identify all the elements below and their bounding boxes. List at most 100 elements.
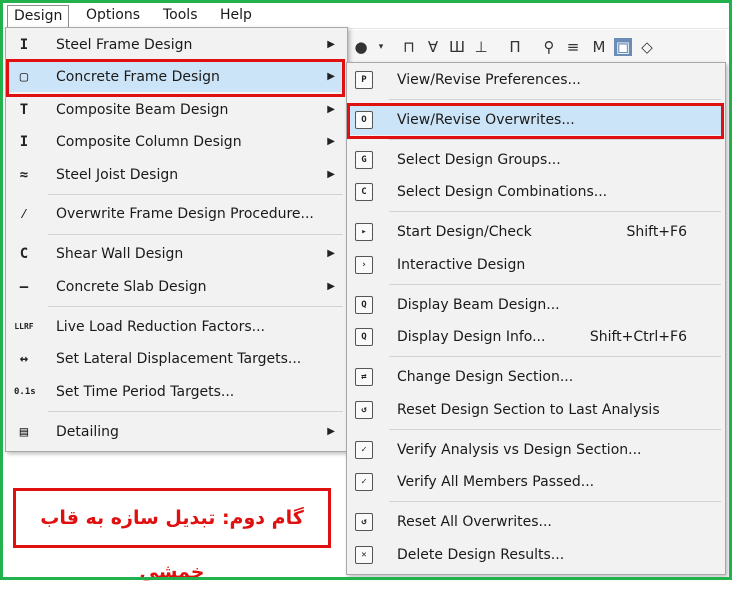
menu-design[interactable]: Design [7,5,70,28]
submenu-arrow-icon: ▶ [327,39,335,50]
steel-frame-icon: I [19,37,29,53]
menu-item-set-lateral-displacement-targets[interactable]: ↔ Set Lateral Displacement Targets... [8,344,345,374]
menu-item-composite-beam-design[interactable]: T Composite Beam Design ▶ [8,95,345,125]
submenu-arrow-icon: ▶ [327,136,335,147]
submenu-item-interactive-design[interactable]: › Interactive Design [349,250,723,280]
submenu-item-verify-all-members-passed[interactable]: ✓ Verify All Members Passed... [349,467,723,497]
time-period-icon: 0.1s [14,387,36,397]
menu-item-label: Steel Frame Design [56,37,193,53]
truss-icon[interactable]: M [590,38,608,56]
menu-separator [48,411,343,412]
menu-bar: Design Options Tools Help [3,3,729,29]
menu-separator [48,194,343,195]
submenu-item-reset-all-overwrites[interactable]: ↺ Reset All Overwrites... [349,507,723,537]
detailing-icon: ▤ [19,424,29,440]
concrete-slab-icon: — [19,279,29,295]
submenu-item-display-design-info[interactable]: Q Display Design Info... Shift+Ctrl+F6 [349,322,723,352]
submenu-item-select-design-combinations[interactable]: C Select Design Combinations... [349,177,723,207]
menu-item-composite-column-design[interactable]: I Composite Column Design ▶ [8,127,345,157]
interactive-design-icon: › [355,256,373,274]
menu-separator [389,429,721,430]
submenu-item-label: Reset Design Section to Last Analysis [397,402,660,418]
menu-item-detailing[interactable]: ▤ Detailing ▶ [8,417,345,447]
menu-item-label: Live Load Reduction Factors... [56,319,266,335]
submenu-item-label: Delete Design Results... [397,547,565,563]
support-icon[interactable]: ∀ [424,38,442,56]
menu-item-label: Set Time Period Targets... [56,384,235,400]
submenu-arrow-icon: ▶ [327,281,335,292]
menu-separator [389,139,721,140]
menu-item-label: Composite Column Design [56,134,242,150]
submenu-arrow-icon: ▶ [327,169,335,180]
design-groups-icon: G [355,151,373,169]
lateral-displacement-icon: ↔ [19,351,29,367]
submenu-item-label: View/Revise Preferences... [397,72,581,88]
menu-separator [389,356,721,357]
submenu-item-label: Display Design Info... [397,329,546,345]
spring-icon[interactable]: ≡ [564,38,582,56]
wall-icon[interactable]: ◇ [638,38,656,56]
overwrite-procedure-icon: ⁄ [19,206,29,222]
submenu-item-label: Reset All Overwrites... [397,514,552,530]
menu-item-concrete-slab-design[interactable]: — Concrete Slab Design ▶ [8,272,345,302]
submenu-item-start-design-check[interactable]: ▸ Start Design/Check Shift+F6 [349,217,723,247]
annotation-banner: گام دوم: تبدیل سازه به قاب خمشی [13,488,331,583]
steel-joist-icon: ≈ [19,167,29,183]
composite-beam-icon: T [19,102,29,118]
shell-icon[interactable]: ▣ [614,38,632,56]
submenu-item-delete-design-results[interactable]: ✕ Delete Design Results... [349,540,723,570]
verify-members-icon: ✓ [355,473,373,491]
menu-item-label: Concrete Slab Design [56,279,207,295]
submenu-item-label: Select Design Groups... [397,152,561,168]
submenu-item-view-revise-preferences[interactable]: P View/Revise Preferences... [349,65,723,95]
menu-item-label: Set Lateral Displacement Targets... [56,351,302,367]
submenu-item-label: Select Design Combinations... [397,184,608,200]
shortcut-text: Shift+F6 [626,224,687,240]
portal-icon[interactable]: Π [506,38,524,56]
distributed-load-icon[interactable]: ⊥ [472,38,490,56]
object-icon[interactable]: ● [352,38,370,56]
menu-item-steel-joist-design[interactable]: ≈ Steel Joist Design ▶ [8,160,345,190]
menu-separator [48,306,343,307]
menu-separator [389,211,721,212]
menu-tools[interactable]: Tools [157,5,204,26]
start-design-icon: ▸ [355,223,373,241]
menu-separator [48,234,343,235]
design-combinations-icon: C [355,183,373,201]
submenu-arrow-icon: ▶ [327,426,335,437]
submenu-item-verify-analysis-vs-design[interactable]: ✓ Verify Analysis vs Design Section... [349,435,723,465]
menu-help[interactable]: Help [214,5,258,26]
point-icon[interactable]: ⚲ [540,38,558,56]
submenu-item-change-design-section[interactable]: ⇄ Change Design Section... [349,362,723,392]
display-design-info-icon: Q [355,328,373,346]
change-section-icon: ⇄ [355,368,373,386]
composite-column-icon: I [19,134,29,150]
submenu-arrow-icon: ▶ [327,248,335,259]
menu-item-live-load-reduction-factors[interactable]: LLRF Live Load Reduction Factors... [8,312,345,342]
menu-item-label: Composite Beam Design [56,102,229,118]
menu-separator [389,284,721,285]
menu-separator [389,99,721,100]
dropdown-arrow-icon[interactable]: ▾ [372,38,390,56]
shear-wall-icon: C [19,246,29,262]
submenu-item-display-beam-design[interactable]: Q Display Beam Design... [349,290,723,320]
annotation-highlight-concrete-frame [6,59,345,97]
submenu-item-reset-design-section[interactable]: ↺ Reset Design Section to Last Analysis [349,395,723,425]
submenu-item-select-design-groups[interactable]: G Select Design Groups... [349,145,723,175]
load-icon[interactable]: Ш [448,38,466,56]
reset-overwrites-icon: ↺ [355,513,373,531]
delete-results-icon: ✕ [355,546,373,564]
frame-icon[interactable]: ⊓ [400,38,418,56]
menu-item-shear-wall-design[interactable]: C Shear Wall Design ▶ [8,239,345,269]
menu-item-set-time-period-targets[interactable]: 0.1s Set Time Period Targets... [8,377,345,407]
menu-item-label: Detailing [56,424,119,440]
menu-item-label: Overwrite Frame Design Procedure... [56,206,314,222]
submenu-item-label: Interactive Design [397,257,526,273]
reset-section-icon: ↺ [355,401,373,419]
menu-item-steel-frame-design[interactable]: I Steel Frame Design ▶ [8,30,345,60]
menu-item-overwrite-frame-design-procedure[interactable]: ⁄ Overwrite Frame Design Procedure... [8,199,345,229]
submenu-item-label: Verify All Members Passed... [397,474,595,490]
menu-options[interactable]: Options [80,5,146,26]
menu-separator [389,501,721,502]
verify-analysis-icon: ✓ [355,441,373,459]
